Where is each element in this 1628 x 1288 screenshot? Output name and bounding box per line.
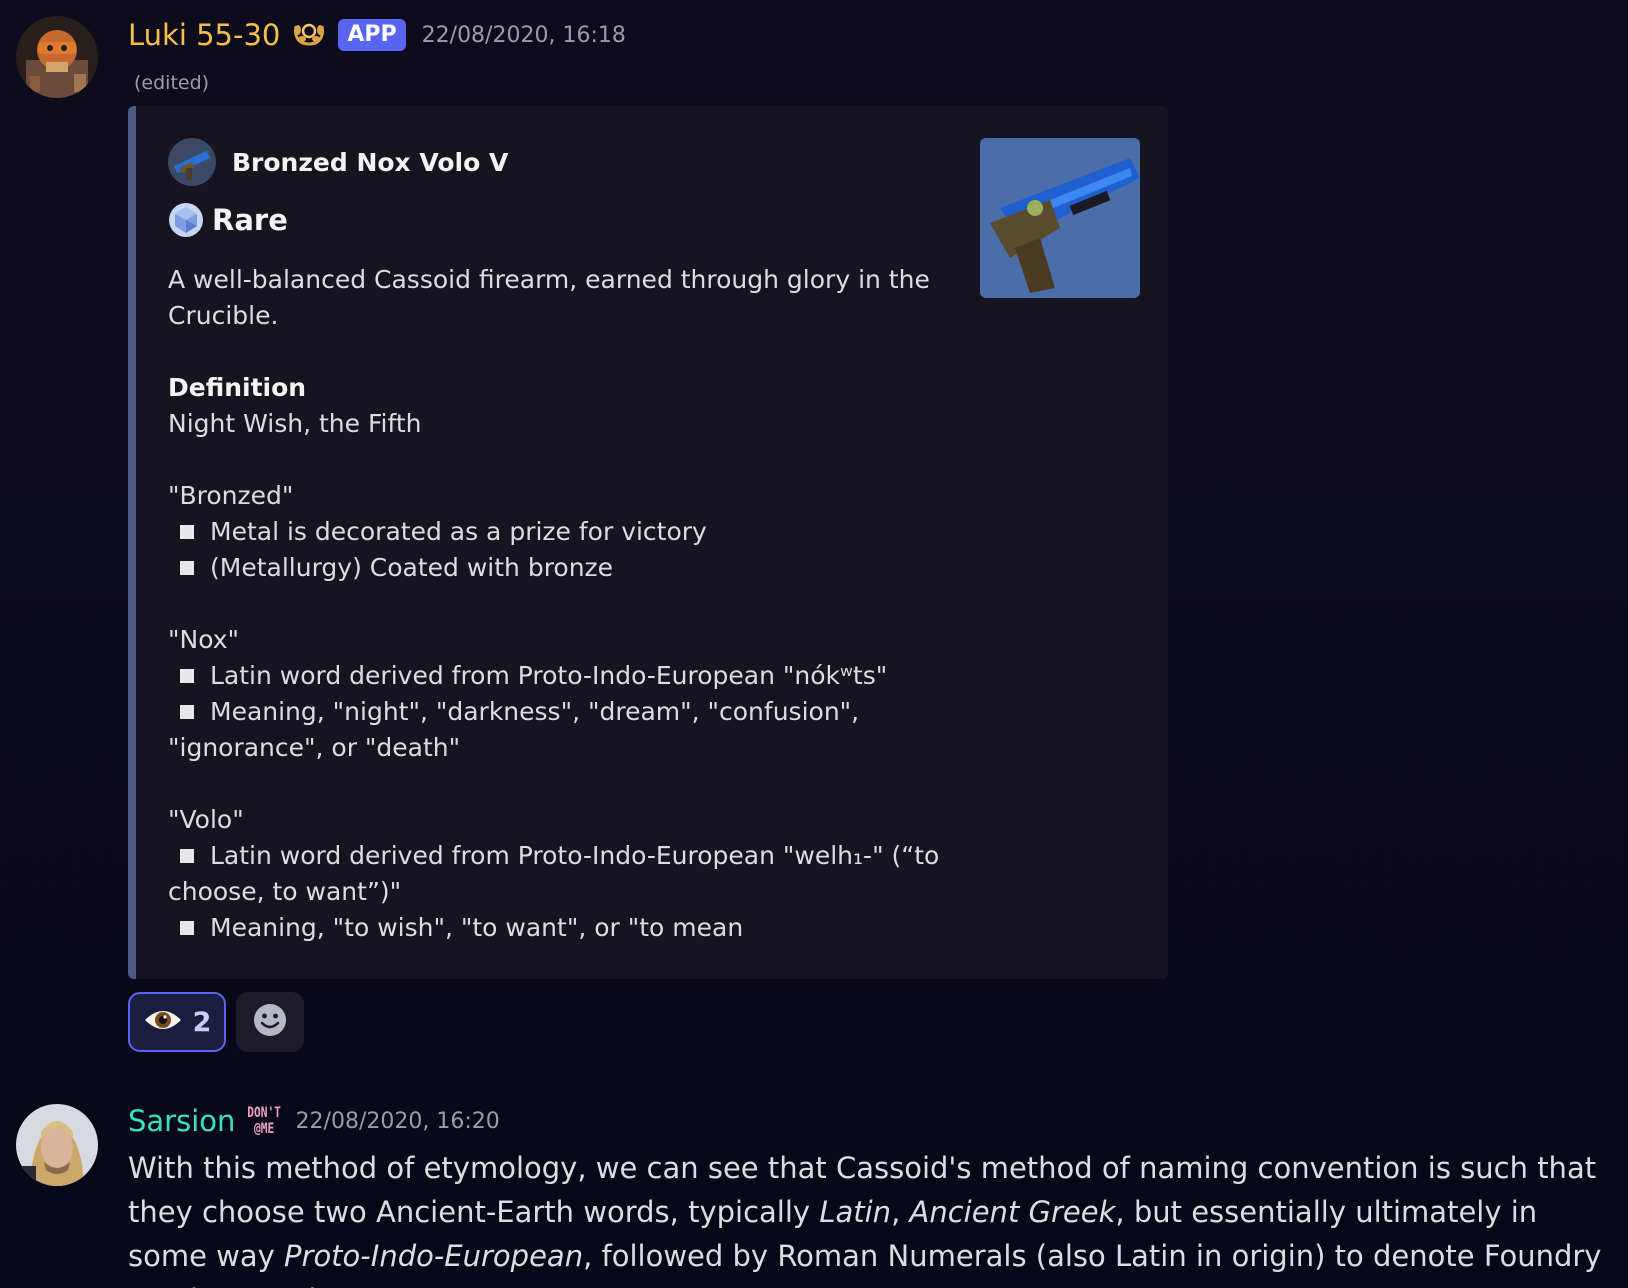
list-item: (Metallurgy) Coated with bronze [168,550,968,586]
section-term: "Nox" [168,625,240,654]
sarsion-header: Sarsion DON'T @ME 22/08/2020, 16:20 [128,1104,500,1138]
embed-description: A well-balanced Cassoid firearm, earned … [168,262,968,946]
weapon-thumbnail[interactable] [980,138,1140,298]
edited-label: (edited) [134,72,210,94]
list-item: Meaning, "night", "darkness", "dream", "… [168,697,860,762]
item-embed: Bronzed Nox Volo V Rare A well-balanced … [128,106,1168,979]
sarsion-avatar[interactable] [16,1104,98,1186]
smiley-icon [253,1003,287,1041]
embed-title: Rare [168,202,288,238]
timestamp[interactable]: 22/08/2020, 16:20 [296,1109,500,1134]
message-text: With this method of etymology, we can se… [128,1151,1602,1288]
embed-author-name[interactable]: Bronzed Nox Volo V [232,148,508,177]
weapon-author-icon [168,138,216,186]
rare-engram-icon [168,202,204,238]
eye-reaction[interactable]: 2 [128,992,226,1052]
app-badge: APP [338,19,406,51]
reactions-bar: 2 [128,992,304,1052]
eye-icon [143,1005,183,1039]
section-term: "Bronzed" [168,481,294,510]
item-description: A well-balanced Cassoid firearm, earned … [168,265,930,330]
rarity-title: Rare [212,203,288,237]
list-item: Meaning, "to wish", "to want", or "to me… [168,910,968,946]
list-item: Latin word derived from Proto-Indo-Europ… [168,658,968,694]
definition-text: Night Wish, the Fifth [168,409,422,438]
definition-heading: Definition [168,373,307,402]
embed-author: Bronzed Nox Volo V [168,138,508,186]
laurel-icon [290,18,328,52]
luki-header: Luki 55-30 APP 22/08/2020, 16:18 [128,18,626,52]
timestamp[interactable]: 22/08/2020, 16:18 [422,23,626,48]
username[interactable]: Luki 55-30 [128,18,280,52]
luki-avatar[interactable] [16,16,98,98]
list-item: Latin word derived from Proto-Indo-Europ… [168,841,940,906]
dont-at-me-badge: DON'T @ME [247,1105,282,1137]
section-term: "Volo" [168,805,244,834]
add-reaction-button[interactable] [236,992,304,1052]
list-item: Metal is decorated as a prize for victor… [168,514,968,550]
reaction-count: 2 [192,1006,212,1038]
username[interactable]: Sarsion [128,1104,235,1138]
